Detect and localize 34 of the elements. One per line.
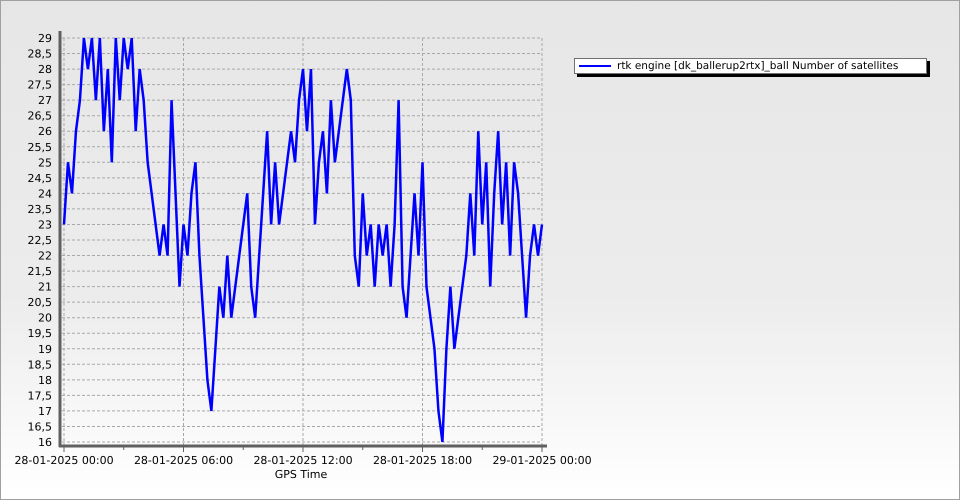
y-tick-label: 19	[38, 342, 52, 356]
y-tick-label: 25,5	[28, 140, 52, 154]
y-tick-label: 21	[38, 280, 52, 294]
y-tick-label: 16	[38, 436, 52, 449]
x-tick-label: 28-01-2025 12:00	[253, 454, 353, 467]
y-tick-label: 26,5	[28, 110, 52, 123]
legend-label: rtk engine [dk_ballerup2rtx]_ball Number of satellites	[617, 60, 898, 72]
y-tick-label: 22,5	[28, 234, 52, 247]
y-tick-label: 19,5	[28, 327, 52, 340]
x-axis-title: GPS Time	[274, 468, 328, 481]
x-tick-label: 28-01-2025 18:00	[372, 454, 472, 467]
y-tick-label: 22	[38, 250, 52, 263]
x-tick-label: 28-01-2025 00:00	[14, 454, 114, 467]
y-tick-label: 28	[38, 63, 52, 76]
y-tick-label: 23,5	[28, 202, 52, 216]
y-tick-label: 27	[38, 94, 52, 108]
y-tick-label: 20	[38, 312, 52, 325]
y-tick-label: 17	[38, 404, 52, 418]
y-tick-label: 23	[38, 218, 52, 232]
y-tick-label: 21,5	[28, 265, 52, 278]
x-tick-label: 28-01-2025 06:00	[134, 454, 234, 467]
y-tick-label: 24	[38, 187, 52, 200]
y-tick-label: 17,5	[28, 389, 52, 402]
y-tick-label: 16,5	[28, 420, 52, 434]
y-tick-label: 20,5	[28, 296, 52, 310]
y-tick-label: 27,5	[28, 78, 52, 92]
y-tick-label: 28,5	[28, 48, 52, 61]
y-tick-label: 26	[38, 125, 52, 138]
y-tick-label: 18	[38, 374, 52, 387]
y-tick-label: 18,5	[28, 358, 52, 372]
y-tick-label: 25	[38, 156, 52, 170]
y-tick-label: 29	[38, 32, 52, 45]
x-tick-label: 29-01-2025 00:00	[492, 454, 592, 467]
y-tick-label: 24,5	[28, 172, 52, 185]
